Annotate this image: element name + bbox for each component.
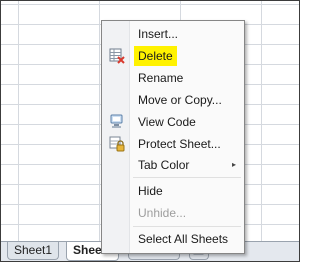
menu-item-label: Hide [138,184,163,198]
menu-item-select-all-sheets[interactable]: Select All Sheets [104,229,241,249]
menu-item-label: Move or Copy... [138,93,222,107]
menu-item-label: View Code [138,115,196,129]
view-code-icon [109,114,125,130]
menu-item-rename[interactable]: Rename [104,68,241,88]
menu-item-label: Rename [138,71,184,85]
menu-separator [133,226,241,227]
menu-item-hide[interactable]: Hide [104,181,241,201]
protect-sheet-icon [109,136,125,152]
menu-item-label: Insert... [138,27,179,41]
menu-item-move-or-copy[interactable]: Move or Copy... [104,90,241,110]
menu-item-label: Unhide... [138,206,187,220]
menu-item-label: Delete [134,46,177,66]
delete-sheet-icon [109,48,125,64]
menu-item-label: Tab Color [138,158,190,172]
sheet-context-menu: Insert... Delete Rename Move or Copy... [101,20,245,254]
submenu-arrow-icon: ▸ [231,160,236,169]
menu-item-tab-color[interactable]: Tab Color ▸ [104,155,241,175]
menu-item-label: Select All Sheets [138,232,229,246]
sheet-tab-sheet1[interactable]: Sheet1 [7,242,60,260]
menu-item-label: Protect Sheet... [138,137,221,151]
menu-item-delete[interactable]: Delete [104,46,241,66]
menu-item-insert[interactable]: Insert... [104,24,241,44]
menu-item-unhide: Unhide... [104,203,241,223]
menu-item-protect-sheet[interactable]: Protect Sheet... [104,134,241,154]
menu-item-view-code[interactable]: View Code [104,112,241,132]
menu-separator [133,177,241,178]
